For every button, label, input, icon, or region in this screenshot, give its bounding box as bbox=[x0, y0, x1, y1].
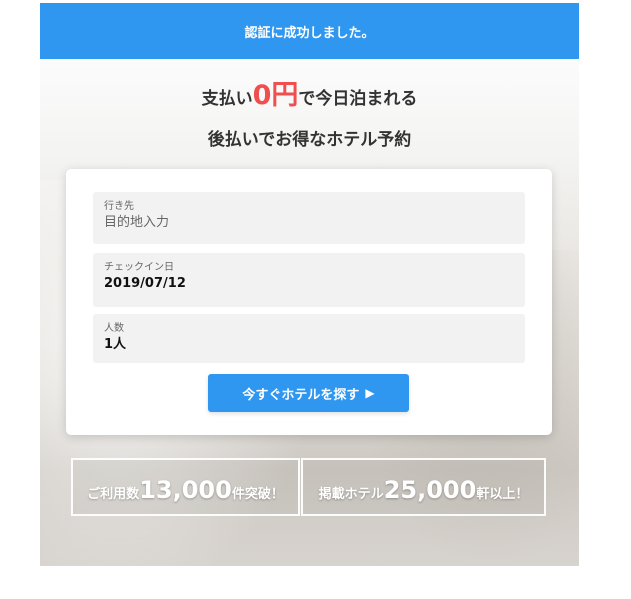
checkin-label: チェックイン日 bbox=[104, 262, 174, 273]
guests-label: 人数 bbox=[104, 323, 124, 334]
search-card: 行き先 目的地入力 チェックイン日 2019/07/12 人数 1人 今すぐホテ… bbox=[66, 169, 552, 435]
checkin-field[interactable]: チェックイン日 2019/07/12 bbox=[93, 253, 525, 307]
usage-suffix: 件突破！ bbox=[231, 487, 284, 502]
hotel-count-badge: 掲載ホテル 25,000 軒以上！ bbox=[301, 458, 546, 516]
success-banner: 認証に成功しました。 bbox=[40, 3, 579, 59]
headline-suffix: で今日泊まれる bbox=[298, 89, 418, 109]
guests-input[interactable]: 1人 bbox=[104, 336, 514, 354]
guests-field[interactable]: 人数 1人 bbox=[93, 314, 525, 363]
usage-number: 13,000 bbox=[139, 476, 232, 504]
headline-line-2: 後払いでお得なホテル予約 bbox=[207, 130, 412, 150]
price-highlight: 0円 bbox=[252, 80, 299, 111]
success-message: 認証に成功しました。 bbox=[244, 25, 375, 41]
headline-prefix: 支払い bbox=[201, 89, 253, 109]
destination-field[interactable]: 行き先 目的地入力 bbox=[93, 192, 525, 244]
hotel-booking-page: 認証に成功しました。 支払い0円で今日泊まれる 後払いでお得なホテル予約 行き先… bbox=[40, 0, 579, 566]
hotel-suffix: 軒以上！ bbox=[476, 487, 529, 502]
search-hotels-button[interactable]: 今すぐホテルを探す ▶ bbox=[208, 374, 409, 412]
hero-headline: 支払い0円で今日泊まれる 後払いでお得なホテル予約 bbox=[40, 77, 579, 150]
hotel-prefix: 掲載ホテル bbox=[318, 487, 384, 502]
destination-input[interactable]: 目的地入力 bbox=[104, 214, 514, 232]
hotel-number: 25,000 bbox=[383, 476, 477, 504]
usage-count-badge: ご利用数 13,000 件突破！ bbox=[71, 458, 300, 516]
headline-line-1: 支払い0円で今日泊まれる bbox=[40, 77, 579, 115]
play-icon: ▶ bbox=[365, 386, 375, 400]
destination-label: 行き先 bbox=[104, 201, 134, 212]
search-button-label: 今すぐホテルを探す bbox=[242, 387, 360, 403]
usage-prefix: ご利用数 bbox=[87, 487, 140, 502]
checkin-date-input[interactable]: 2019/07/12 bbox=[104, 275, 514, 293]
